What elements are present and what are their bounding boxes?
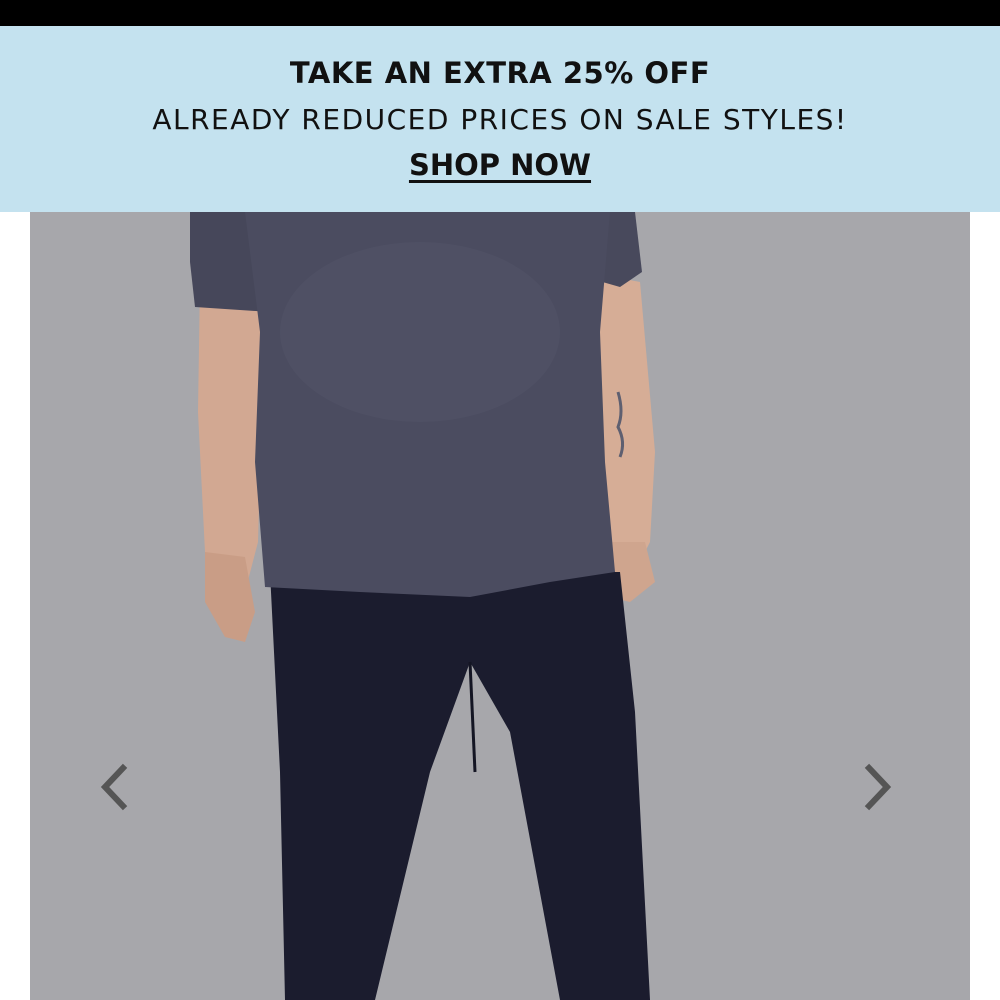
top-black-bar [0,0,1000,26]
product-image-gallery [30,212,970,1000]
promo-cta-wrapper: SHOP NOW [0,148,1000,182]
product-image [30,212,970,1000]
chevron-left-icon [100,763,128,811]
shop-now-link[interactable]: SHOP NOW [409,148,591,182]
gallery-next-button[interactable] [852,757,902,817]
promo-banner: TAKE AN EXTRA 25% OFF ALREADY REDUCED PR… [0,26,1000,212]
promo-subline: ALREADY REDUCED PRICES ON SALE STYLES! [152,103,848,136]
promo-headline: TAKE AN EXTRA 25% OFF [289,56,711,90]
chevron-right-icon [864,763,892,811]
gallery-prev-button[interactable] [90,757,140,817]
